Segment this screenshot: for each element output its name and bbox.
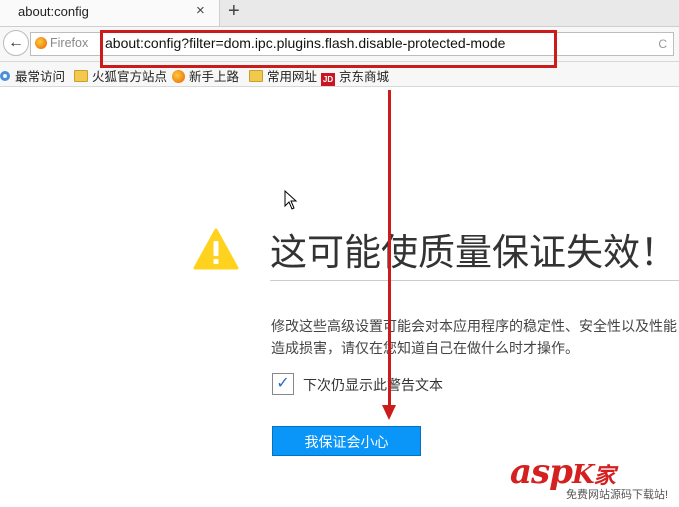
reload-icon[interactable]: C xyxy=(658,37,667,51)
bookmark-label: 京东商城 xyxy=(339,70,390,84)
accept-risk-button[interactable]: 我保证会小心 xyxy=(272,426,421,456)
bookmark-label: 常用网址 xyxy=(267,70,318,84)
back-arrow-icon: ← xyxy=(8,34,24,51)
annotation-arrow-head xyxy=(382,405,396,420)
identity-label: Firefox xyxy=(50,36,89,50)
divider xyxy=(270,280,679,281)
bookmark-label: 新手上路 xyxy=(189,70,240,84)
site-identity[interactable]: Firefox xyxy=(35,36,88,50)
bookmark-common-sites[interactable]: 常用网址 xyxy=(249,66,317,85)
tab-about-config[interactable]: about:config × xyxy=(0,0,220,26)
bookmark-label: 火狐官方站点 xyxy=(92,70,168,84)
url-bar[interactable]: Firefox about:config?filter=dom.ipc.plug… xyxy=(30,32,674,56)
bookmark-firefox-official[interactable]: 火狐官方站点 xyxy=(74,66,167,85)
tab-close-icon[interactable]: × xyxy=(196,2,205,19)
checkbox-label[interactable]: 下次仍显示此警告文本 xyxy=(303,375,443,395)
watermark-subtitle: 免费网站源码下载站! xyxy=(566,489,669,501)
back-button[interactable]: ← xyxy=(3,30,29,56)
url-text[interactable]: about:config?filter=dom.ipc.plugins.flas… xyxy=(105,35,505,51)
warning-description: 修改这些高级设置可能会对本应用程序的稳定性、安全性以及性能造成损害，请仅在您知道… xyxy=(271,318,677,356)
bookmark-label: 最常访问 xyxy=(15,70,66,84)
show-warning-checkbox[interactable]: ✓ xyxy=(272,373,294,395)
nav-bar: Firefox about:config?filter=dom.ipc.plug… xyxy=(0,27,679,62)
gear-icon xyxy=(0,71,10,81)
bookmark-jd[interactable]: JD 京东商城 xyxy=(321,66,389,86)
jd-icon: JD xyxy=(321,73,335,86)
tab-strip: about:config × + xyxy=(0,0,679,27)
warning-icon xyxy=(193,228,239,270)
mouse-cursor-icon xyxy=(284,190,298,210)
firefox-icon xyxy=(172,70,185,83)
new-tab-icon[interactable]: + xyxy=(228,0,240,23)
page-title: 这可能使质量保证失效！ xyxy=(270,232,677,273)
bookmarks-toolbar: 最常访问 火狐官方站点 新手上路 常用网址 JD 京东商城 xyxy=(0,62,679,87)
folder-icon xyxy=(74,70,88,82)
firefox-icon xyxy=(35,37,47,49)
folder-icon xyxy=(249,70,263,82)
tab-title: about:config xyxy=(18,4,89,19)
annotation-arrow-line xyxy=(388,90,391,408)
bookmark-getting-started[interactable]: 新手上路 xyxy=(172,66,239,85)
watermark: aspK家 免费网站源码下载站! xyxy=(510,452,679,507)
bookmark-most-visited[interactable]: 最常访问 xyxy=(0,66,65,85)
